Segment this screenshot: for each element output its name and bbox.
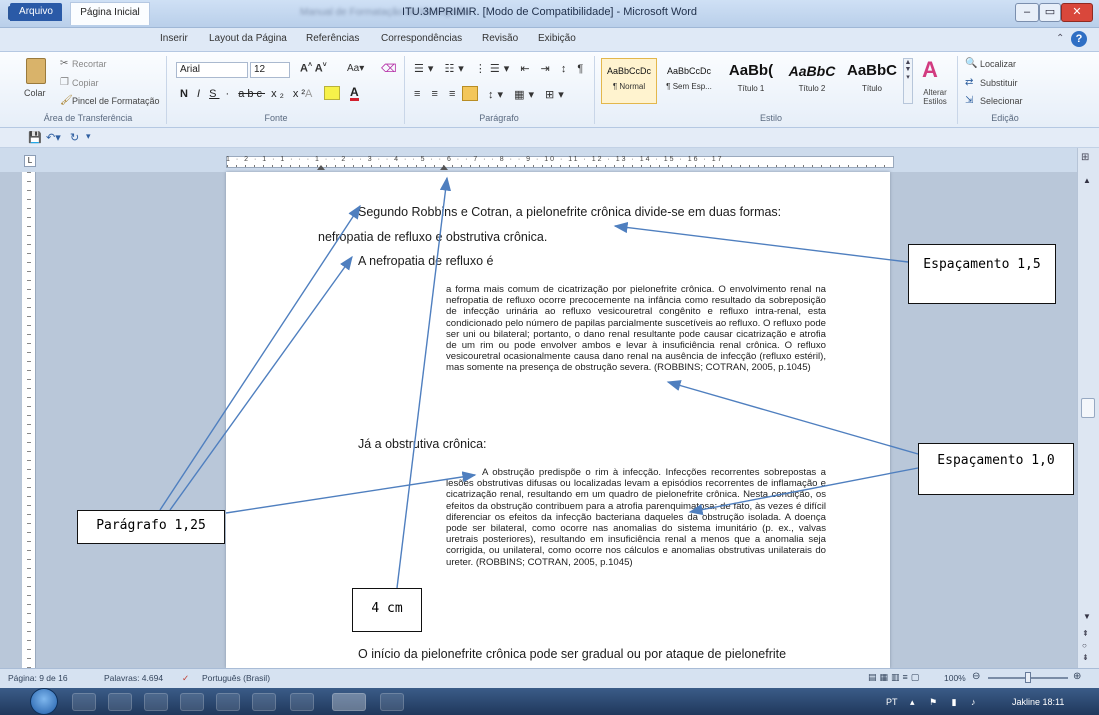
media-player-icon[interactable] [144,693,168,711]
annotation-spacing-10: Espaçamento 1,0 [918,443,1074,495]
annotation-four-cm: 4 cm [352,588,422,632]
taskbar-language[interactable]: PT [886,697,898,707]
view-mode-icons[interactable]: ▤▦▥≡▢ [868,672,924,684]
arrow-paragraph-b [169,255,353,511]
arrow-spacing-15 [613,221,909,263]
status-words[interactable]: Palavras: 4.694 [104,673,163,683]
word-taskbar-icon[interactable] [332,693,366,711]
zoom-level[interactable]: 100% [944,673,966,683]
app-icon[interactable] [380,693,404,711]
start-button-icon[interactable] [30,688,58,715]
zoom-slider-thumb[interactable] [1025,672,1031,683]
scroll-down-icon[interactable]: ▼ [1083,612,1091,621]
status-language[interactable]: Português (Brasil) [202,673,270,683]
zoom-in-icon[interactable]: ⊕ [1073,671,1081,682]
status-page[interactable]: Página: 9 de 16 [8,673,68,683]
explorer-icon[interactable] [72,693,96,711]
arrow-paragraph-a [159,204,361,511]
scroll-up-icon[interactable]: ▲ [1083,176,1091,185]
annotation-paragraph-125: Parágrafo 1,25 [77,510,225,544]
annotation-arrows [159,176,919,589]
zoom-out-icon[interactable]: ⊖ [972,671,980,682]
browse-object-icon[interactable]: ⇞ ○ ⇟ [1082,628,1089,664]
arrow-spacing-10-a [666,380,919,455]
status-bar [0,668,1099,688]
proofing-icon[interactable]: ✓ [182,673,189,684]
tray-icons[interactable]: ▴ ⚑ ▮ ♪ [910,697,982,708]
arrow-paragraph-c [225,471,477,514]
firefox-icon[interactable] [252,693,276,711]
internet-explorer-icon[interactable] [108,693,132,711]
arrow-four-cm [396,176,452,589]
ruler-toggle-icon[interactable]: ⊞ [1081,152,1089,163]
app-icon[interactable] [216,693,240,711]
app-icon[interactable] [290,693,314,711]
arrow-spacing-10-b [688,467,919,516]
folder-icon[interactable] [180,693,204,711]
taskbar-clock[interactable]: Jakline 18:11 [1012,697,1064,707]
annotation-spacing-15: Espaçamento 1,5 [908,244,1056,304]
scrollbar-thumb[interactable] [1081,398,1095,418]
